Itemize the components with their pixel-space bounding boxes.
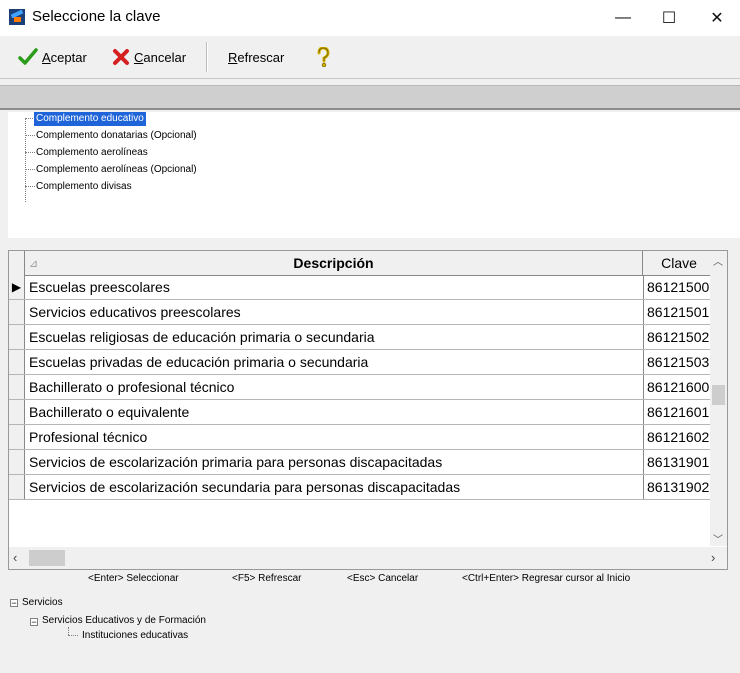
tree-guide-line [68,627,69,635]
table-row[interactable]: Servicios de escolarización primaria par… [9,450,719,475]
maximize-button[interactable]: ☐ [646,0,692,36]
row-indicator [9,400,25,424]
row-indicator [9,325,25,349]
cell-clave[interactable]: 86121502 [643,325,716,349]
refresh-button[interactable]: Refrescar [228,45,284,69]
window-title: Seleccione la clave [32,8,161,25]
scroll-down-icon[interactable]: ﹀ [713,531,723,546]
cancel-mnemonic: C [134,49,144,65]
cell-description[interactable]: Servicios de escolarización primaria par… [29,450,639,474]
toolbar: Aceptar Cancelar Refrescar [0,36,740,79]
row-indicator [9,450,25,474]
cell-clave[interactable]: 86121503 [643,350,716,374]
row-indicator-header [9,251,25,275]
cell-description[interactable]: Escuelas privadas de educación primaria … [29,350,639,374]
table-row[interactable]: Escuelas religiosas de educación primari… [9,325,719,350]
cell-clave[interactable]: 86121501 [643,300,716,324]
horizontal-scroll-thumb[interactable] [29,550,65,566]
scroll-right-icon[interactable]: › [711,550,715,565]
column-header-description[interactable]: Descripción [25,251,643,275]
collapse-icon[interactable]: − [30,618,38,627]
help-button[interactable] [316,45,330,69]
accept-button[interactable]: Aceptar [18,45,87,69]
category-tree: − Servicios − Servicios Educativos y de … [0,594,740,654]
cell-description[interactable]: Escuelas preescolares [29,275,639,299]
category-level-1[interactable]: Servicios [22,596,63,610]
vertical-scrollbar[interactable]: ︿ ﹀ [710,251,727,546]
tree-guide-line [68,635,78,636]
cell-clave[interactable]: 86121500 [643,275,716,299]
tree-item-complemento-educativo[interactable]: Complemento educativo [34,112,146,126]
row-indicator [9,300,25,324]
x-icon [113,49,129,65]
hint-ctrl-enter: <Ctrl+Enter> Regresar cursor al Inicio [462,573,631,584]
scroll-up-icon[interactable]: ︿ [713,253,723,268]
cancel-button[interactable]: Cancelar [112,45,186,69]
toolbar-separator [206,42,208,72]
table-row[interactable]: Servicios de escolarización secundaria p… [9,475,719,500]
hint-enter: <Enter> Seleccionar [88,573,179,584]
row-indicator [9,475,25,499]
refresh-label: efrescar [237,49,285,65]
tree-item-complemento-aerolineas-opcional[interactable]: Complemento aerolíneas (Opcional) [34,163,199,177]
row-indicator [9,375,25,399]
app-icon [9,9,25,25]
results-grid: ⊿ Descripción Clave ▶ Escuelas preescola… [8,250,728,570]
table-row[interactable]: Profesional técnico 86121602 [9,425,719,450]
cell-clave[interactable]: 86121600 [643,375,716,399]
minimize-button[interactable]: — [600,0,646,36]
row-indicator [9,350,25,374]
table-row[interactable]: Escuelas privadas de educación primaria … [9,350,719,375]
complement-tree: Complemento educativo Complemento donata… [8,112,740,238]
cell-description[interactable]: Bachillerato o profesional técnico [29,375,639,399]
cell-description[interactable]: Escuelas religiosas de educación primari… [29,325,639,349]
check-icon [18,48,38,65]
column-header-clave[interactable]: Clave [643,251,716,275]
table-row[interactable]: Bachillerato o equivalente 86121601 [9,400,719,425]
cell-description[interactable]: Bachillerato o equivalente [29,400,639,424]
cell-description[interactable]: Servicios educativos preescolares [29,300,639,324]
category-level-3[interactable]: Instituciones educativas [82,629,188,643]
scroll-left-icon[interactable]: ‹ [13,550,17,565]
current-row-marker: ▶ [9,275,25,299]
accept-label: ceptar [50,49,87,65]
category-level-2[interactable]: Servicios Educativos y de Formación [42,614,206,628]
cell-clave[interactable]: 86131901 [643,450,716,474]
cancel-label: ancelar [143,49,187,65]
row-indicator [9,425,25,449]
title-bar: Seleccione la clave — ☐ ✕ [0,0,740,36]
table-row[interactable]: Servicios educativos preescolares 861215… [9,300,719,325]
tree-guide-line [25,118,26,202]
grid-header: ⊿ Descripción Clave [9,251,719,276]
help-icon [317,47,330,67]
hint-f5: <F5> Refrescar [232,573,302,584]
vertical-scroll-thumb[interactable] [712,385,725,405]
cell-description[interactable]: Servicios de escolarización secundaria p… [29,475,639,499]
cell-clave[interactable]: 86131902 [643,475,716,499]
horizontal-scrollbar[interactable]: ‹ › [9,547,727,569]
cell-description[interactable]: Profesional técnico [29,425,639,449]
keyboard-hints: <Enter> Seleccionar <F5> Refrescar <Esc>… [0,572,740,586]
table-row[interactable]: Bachillerato o profesional técnico 86121… [9,375,719,400]
collapse-icon[interactable]: − [10,599,18,608]
cell-clave[interactable]: 86121602 [643,425,716,449]
accept-mnemonic: A [42,49,51,65]
cell-clave[interactable]: 86121601 [643,400,716,424]
separator-strip [0,85,740,110]
table-row[interactable]: ▶ Escuelas preescolares 86121500 [9,275,719,300]
tree-item-complemento-divisas[interactable]: Complemento divisas [34,180,134,194]
tree-item-complemento-donatarias[interactable]: Complemento donatarias (Opcional) [34,129,199,143]
tree-item-complemento-aerolineas[interactable]: Complemento aerolíneas [34,146,150,160]
refresh-mnemonic: R [228,49,238,65]
close-button[interactable]: ✕ [694,0,740,36]
hint-esc: <Esc> Cancelar [347,573,419,584]
